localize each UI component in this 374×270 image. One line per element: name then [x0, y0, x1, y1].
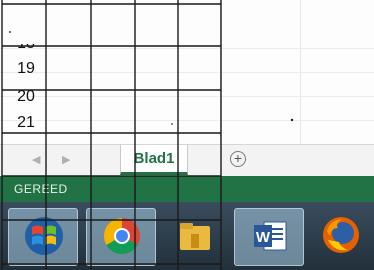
row-number: 18 — [17, 35, 35, 52]
row-number: 19 — [17, 60, 35, 77]
plus-circle-icon[interactable]: + — [230, 151, 246, 167]
svg-text:W: W — [256, 229, 271, 246]
file-explorer-button[interactable] — [160, 208, 230, 266]
chevron-right-icon[interactable]: ▶ — [62, 153, 70, 166]
row-number: 21 — [17, 114, 35, 131]
taskbar: W — [0, 202, 374, 270]
status-bar: GEREED — [0, 176, 374, 202]
sheet-tab-blad1[interactable]: Blad1 — [120, 145, 188, 175]
row-19[interactable]: 19 — [0, 60, 374, 85]
firefox-button[interactable] — [306, 208, 374, 266]
word-button[interactable]: W — [234, 208, 304, 266]
chevron-left-icon[interactable]: ◀ — [32, 153, 40, 166]
row-number: 20 — [17, 88, 35, 105]
status-text: GEREED — [14, 182, 68, 196]
file-explorer-icon — [180, 223, 210, 250]
sheet-tab-bar: ◀ ▶ Blad1 + — [0, 144, 374, 177]
chrome-button[interactable] — [86, 208, 156, 266]
row-20[interactable]: 20 — [0, 88, 374, 113]
start-button[interactable] — [8, 208, 78, 266]
start-icon — [25, 217, 63, 255]
spreadsheet-area[interactable]: 18 19 20 21 — [0, 0, 374, 144]
firefox-icon — [323, 217, 359, 253]
chrome-icon — [103, 218, 140, 255]
row-21[interactable]: 21 — [0, 114, 374, 139]
word-icon: W — [254, 221, 287, 251]
row-18[interactable]: 18 — [0, 34, 374, 59]
